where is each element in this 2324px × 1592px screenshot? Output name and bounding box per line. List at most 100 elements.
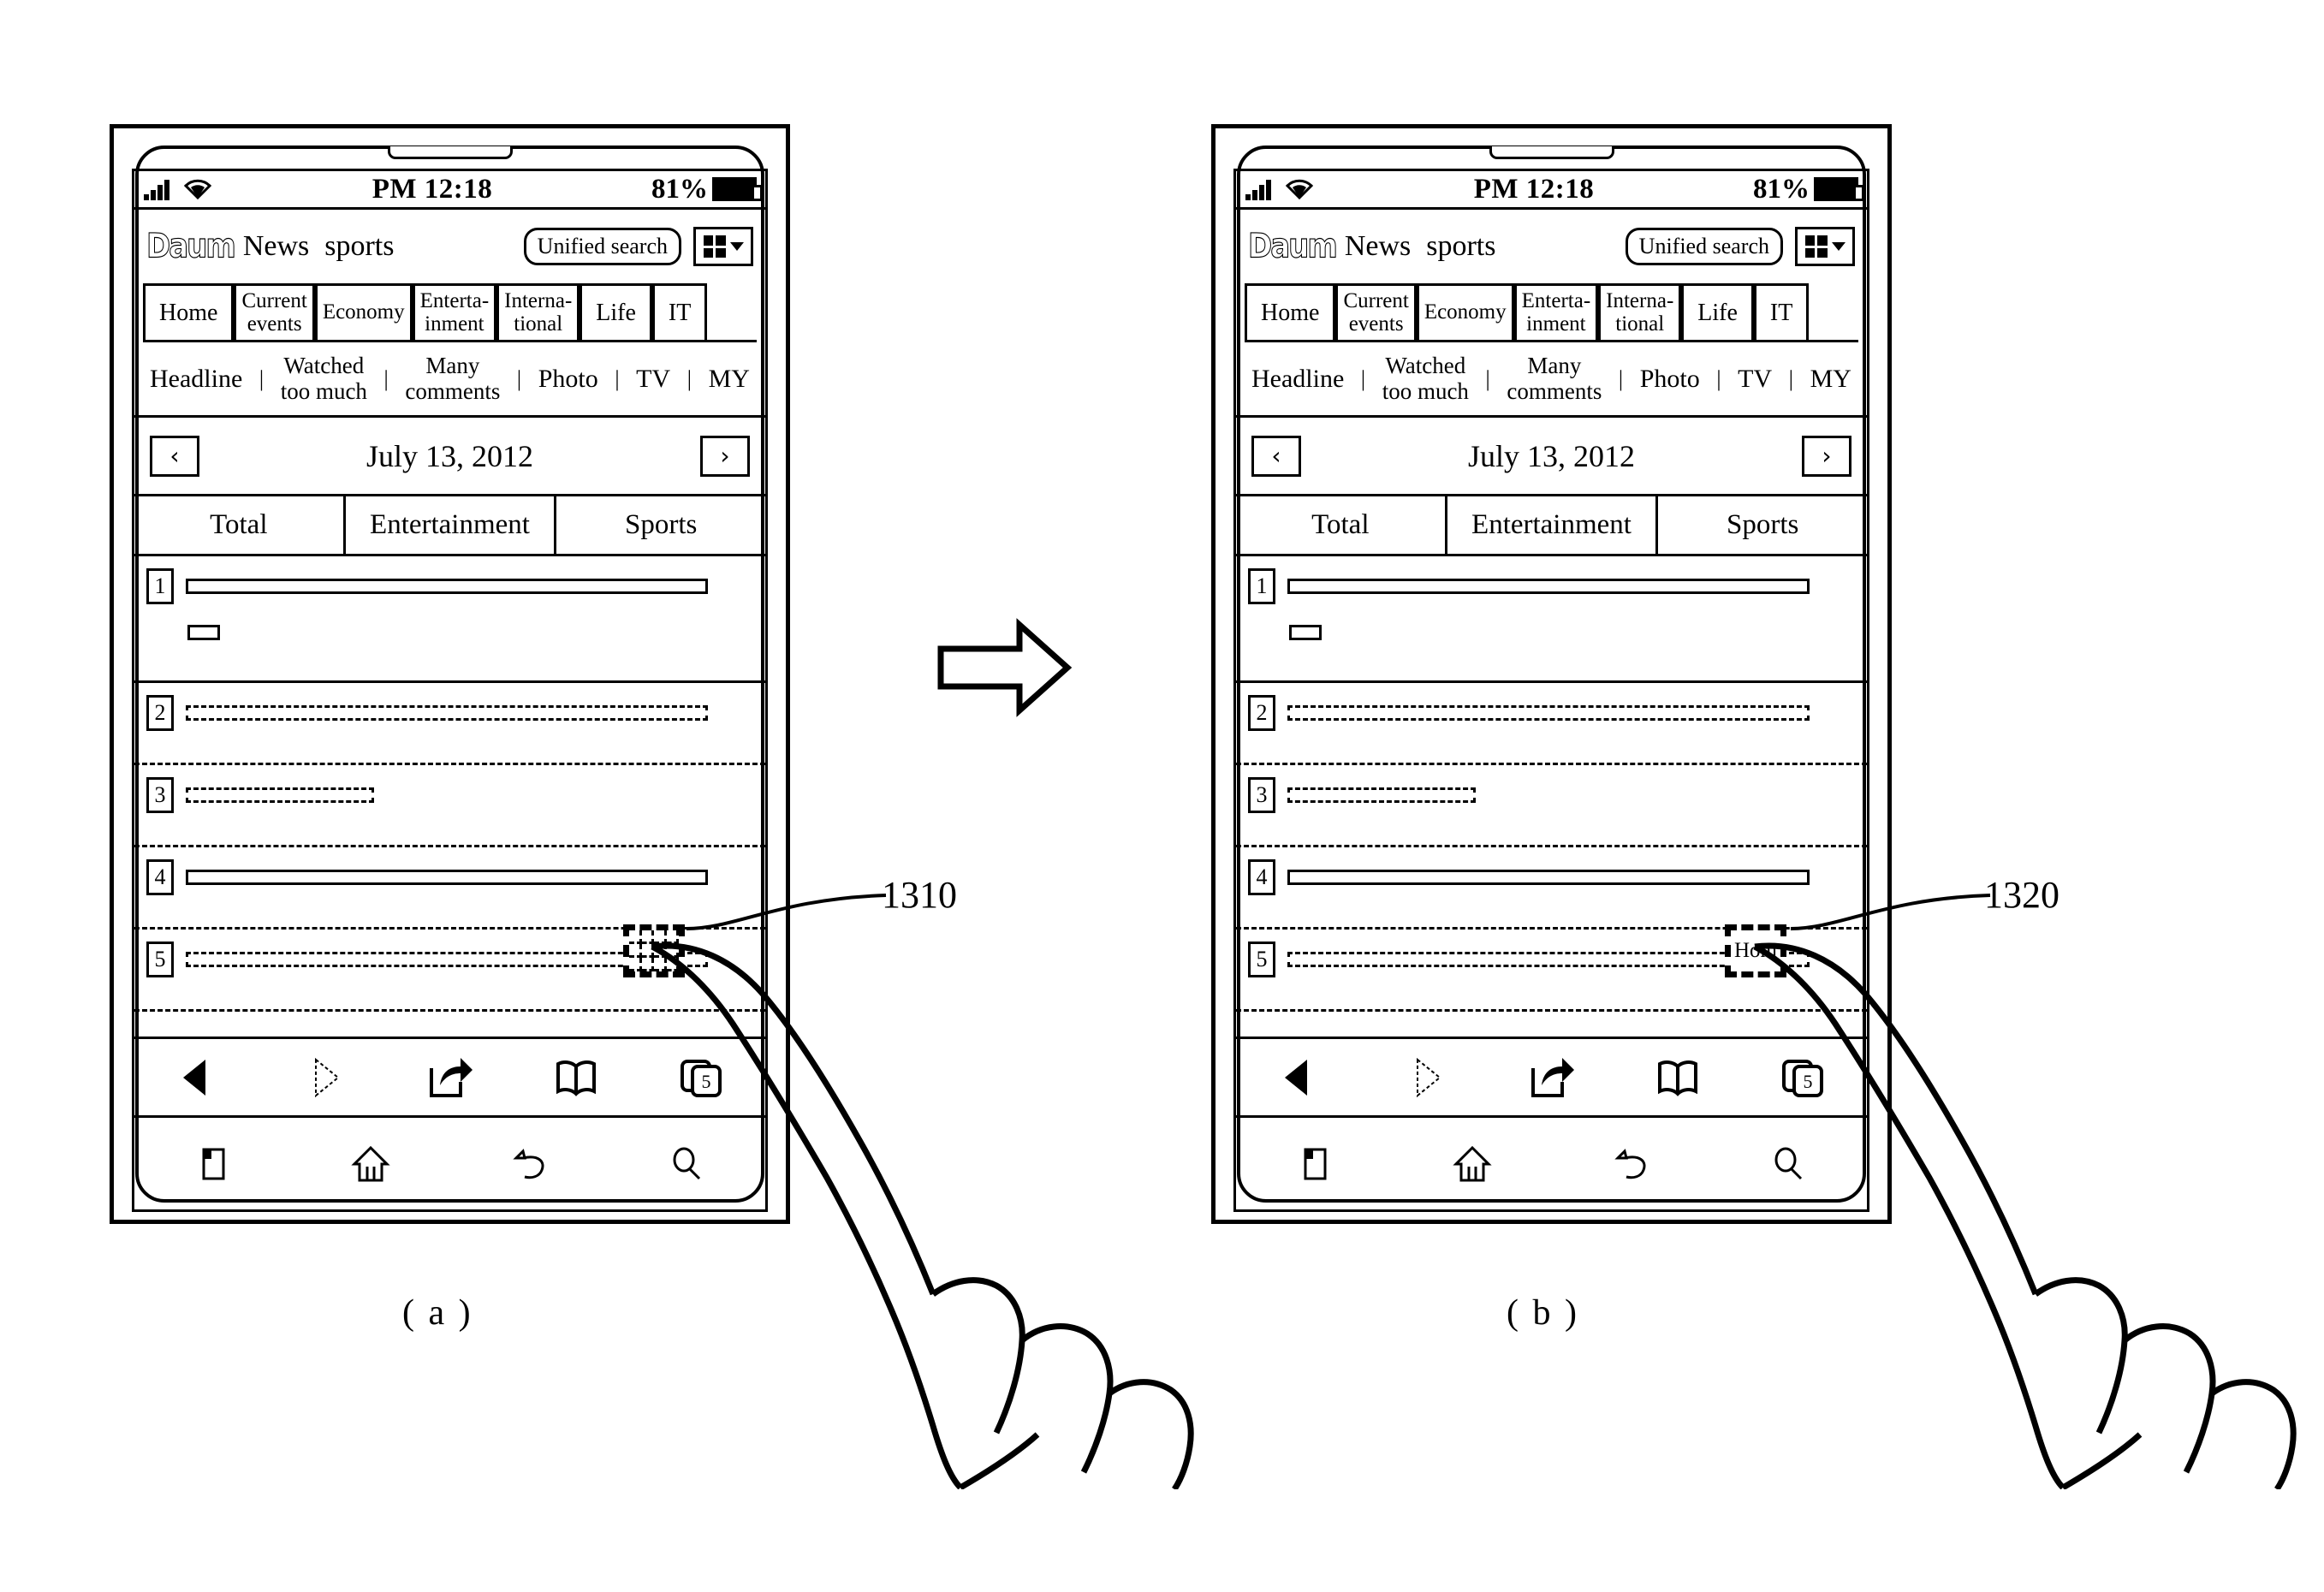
subnav-separator: |	[615, 365, 620, 391]
subnav-my[interactable]: MY	[1810, 365, 1851, 392]
subnav-photo[interactable]: Photo	[1640, 365, 1700, 392]
grid-menu-button[interactable]	[1795, 227, 1855, 266]
tab-label-line1: Enterta-	[419, 289, 490, 313]
share-icon[interactable]	[1525, 1053, 1578, 1102]
grid-menu-icon	[703, 235, 726, 258]
forward-icon[interactable]	[297, 1053, 350, 1102]
subnav-label-line2: too much	[280, 377, 367, 404]
date-navigator: ‹ July 13, 2012 ›	[1236, 418, 1867, 496]
menu-icon[interactable]	[1292, 1141, 1338, 1187]
list-item[interactable]: 3	[134, 765, 765, 847]
segment-tab-entertainment[interactable]: Entertainment	[342, 496, 557, 554]
forward-icon[interactable]	[1399, 1053, 1452, 1102]
patent-figure: PM 12:18 81% Daum News sports Unified se…	[0, 0, 2324, 1592]
sub-placeholder-box	[187, 625, 220, 640]
subnav-tv[interactable]: TV	[636, 365, 670, 392]
back-icon[interactable]	[171, 1053, 224, 1102]
tab-economy[interactable]: Economy	[314, 283, 413, 340]
tab-home[interactable]: Home	[1245, 283, 1336, 340]
list-item[interactable]: 1	[134, 556, 765, 683]
subnav-watched-too-much[interactable]: Watched too much	[1382, 353, 1469, 403]
subnav-my[interactable]: MY	[709, 365, 750, 392]
tab-international[interactable]: Interna- tional	[496, 283, 580, 340]
subnav-photo[interactable]: Photo	[538, 365, 598, 392]
tab-international[interactable]: Interna- tional	[1598, 283, 1682, 340]
section-sports[interactable]: sports	[324, 230, 394, 263]
next-date-button[interactable]: ›	[1802, 435, 1851, 477]
phone-screen-b: PM 12:18 81% Daum News sports Unified se…	[1233, 169, 1869, 1212]
grid-menu-button[interactable]	[693, 227, 753, 266]
browser-page: Daum News sports Unified search Home Cur…	[132, 210, 768, 1118]
subnav-tv[interactable]: TV	[1738, 365, 1772, 392]
next-date-button[interactable]: ›	[700, 435, 750, 477]
home-icon[interactable]	[1449, 1141, 1495, 1187]
tab-life[interactable]: Life	[1681, 283, 1754, 340]
subnav-headline[interactable]: Headline	[150, 365, 242, 392]
tab-it[interactable]: IT	[1753, 283, 1810, 340]
list-item[interactable]: 3	[1236, 765, 1867, 847]
bookmarks-icon[interactable]	[1651, 1053, 1704, 1102]
tab-home[interactable]: Home	[143, 283, 235, 340]
back-icon[interactable]	[1608, 1141, 1654, 1187]
prev-date-button[interactable]: ‹	[150, 435, 199, 477]
back-icon[interactable]	[506, 1141, 552, 1187]
section-news[interactable]: News	[1345, 230, 1411, 263]
list-item[interactable]: 4	[1236, 847, 1867, 930]
subnav-headline[interactable]: Headline	[1251, 365, 1344, 392]
selection-overlay-text[interactable]: Hom	[1725, 924, 1786, 977]
subnav-many-comments[interactable]: Many comments	[1507, 353, 1602, 403]
tab-label: IT	[1769, 299, 1793, 326]
segment-tab-sports[interactable]: Sports	[556, 496, 765, 554]
tab-life[interactable]: Life	[580, 283, 652, 340]
daum-logo[interactable]: Daum	[146, 226, 237, 266]
list-item[interactable]: 2	[1236, 683, 1867, 765]
tabs-icon[interactable]: 5	[675, 1053, 728, 1102]
segment-tab-total[interactable]: Total	[134, 496, 343, 554]
subnav-many-comments[interactable]: Many comments	[405, 353, 500, 403]
tab-current-events[interactable]: Current events	[234, 283, 315, 340]
tab-label: Economy	[322, 300, 405, 324]
tab-label-line1: Enterta-	[1521, 289, 1591, 313]
prev-date-button[interactable]: ‹	[1251, 435, 1301, 477]
unified-search-button[interactable]: Unified search	[1625, 228, 1783, 265]
rank-badge: 2	[1248, 695, 1275, 731]
rank-badge: 4	[1248, 859, 1275, 895]
title-placeholder-bar	[1287, 870, 1810, 885]
list-item[interactable]: 1	[1236, 556, 1867, 683]
back-icon[interactable]	[1273, 1053, 1326, 1102]
flow-arrow-right	[937, 616, 1074, 723]
home-icon[interactable]	[348, 1141, 394, 1187]
unified-search-button[interactable]: Unified search	[523, 228, 681, 265]
tab-label-line2: events	[1348, 312, 1404, 336]
menu-icon[interactable]	[190, 1141, 236, 1187]
tabs-icon[interactable]: 5	[1777, 1053, 1830, 1102]
section-sports[interactable]: sports	[1426, 230, 1495, 263]
svg-text:5: 5	[702, 1071, 711, 1092]
tab-entertainment[interactable]: Enterta- inment	[1513, 283, 1599, 340]
section-news[interactable]: News	[243, 230, 309, 263]
subnav-watched-too-much[interactable]: Watched too much	[281, 353, 367, 403]
system-nav-bar	[1233, 1118, 1869, 1212]
tab-label-line1: Interna-	[504, 289, 573, 313]
list-item[interactable]: 4	[134, 847, 765, 930]
segment-tab-entertainment[interactable]: Entertainment	[1444, 496, 1659, 554]
tab-it[interactable]: IT	[651, 283, 708, 340]
search-icon[interactable]	[663, 1141, 710, 1187]
battery-percent: 81%	[651, 173, 708, 205]
tab-economy[interactable]: Economy	[1416, 283, 1514, 340]
tab-current-events[interactable]: Current events	[1335, 283, 1417, 340]
phone-panel-b: PM 12:18 81% Daum News sports Unified se…	[1211, 124, 1892, 1224]
segment-tab-total[interactable]: Total	[1236, 496, 1445, 554]
tab-label: Life	[596, 299, 636, 326]
list-item[interactable]: 2	[134, 683, 765, 765]
tab-entertainment[interactable]: Enterta- inment	[412, 283, 497, 340]
tab-label-line1: Current	[1343, 289, 1409, 313]
share-icon[interactable]	[423, 1053, 476, 1102]
selection-overlay-mesh[interactable]	[623, 924, 685, 977]
search-icon[interactable]	[1765, 1141, 1811, 1187]
bookmarks-icon[interactable]	[550, 1053, 603, 1102]
daum-logo[interactable]: Daum	[1248, 226, 1339, 266]
signal-bars-icon	[143, 177, 172, 201]
segment-tab-sports[interactable]: Sports	[1658, 496, 1867, 554]
tab-label-line1: Current	[241, 289, 307, 313]
